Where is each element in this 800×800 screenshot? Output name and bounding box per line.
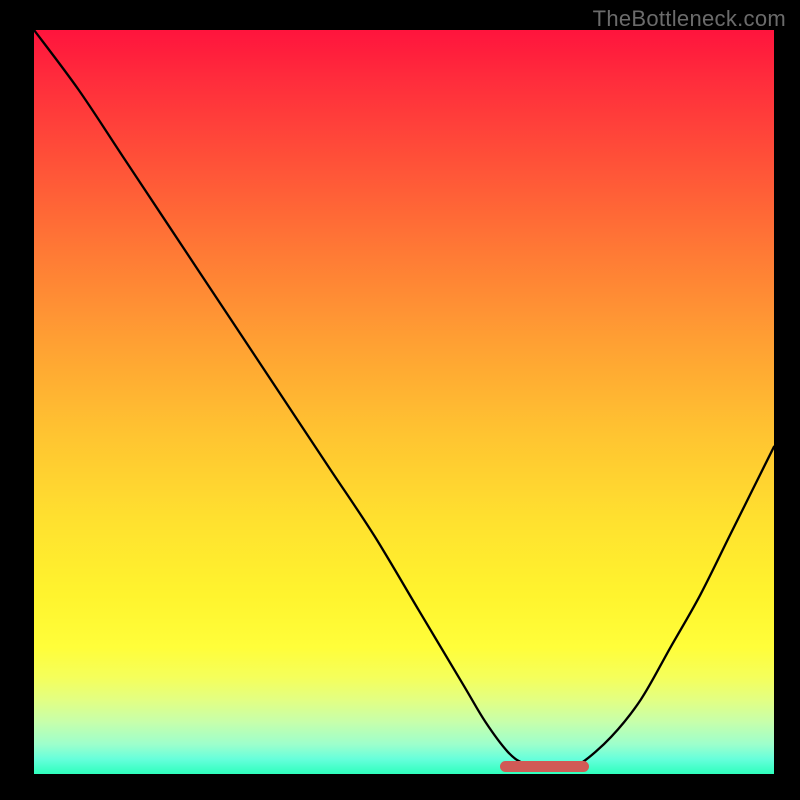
optimal-range-marker: [500, 761, 589, 772]
bottleneck-curve: [34, 30, 774, 774]
watermark-text: TheBottleneck.com: [593, 6, 786, 32]
plot-area: [34, 30, 774, 774]
chart-frame: TheBottleneck.com: [0, 0, 800, 800]
plot-inner: [34, 30, 774, 774]
